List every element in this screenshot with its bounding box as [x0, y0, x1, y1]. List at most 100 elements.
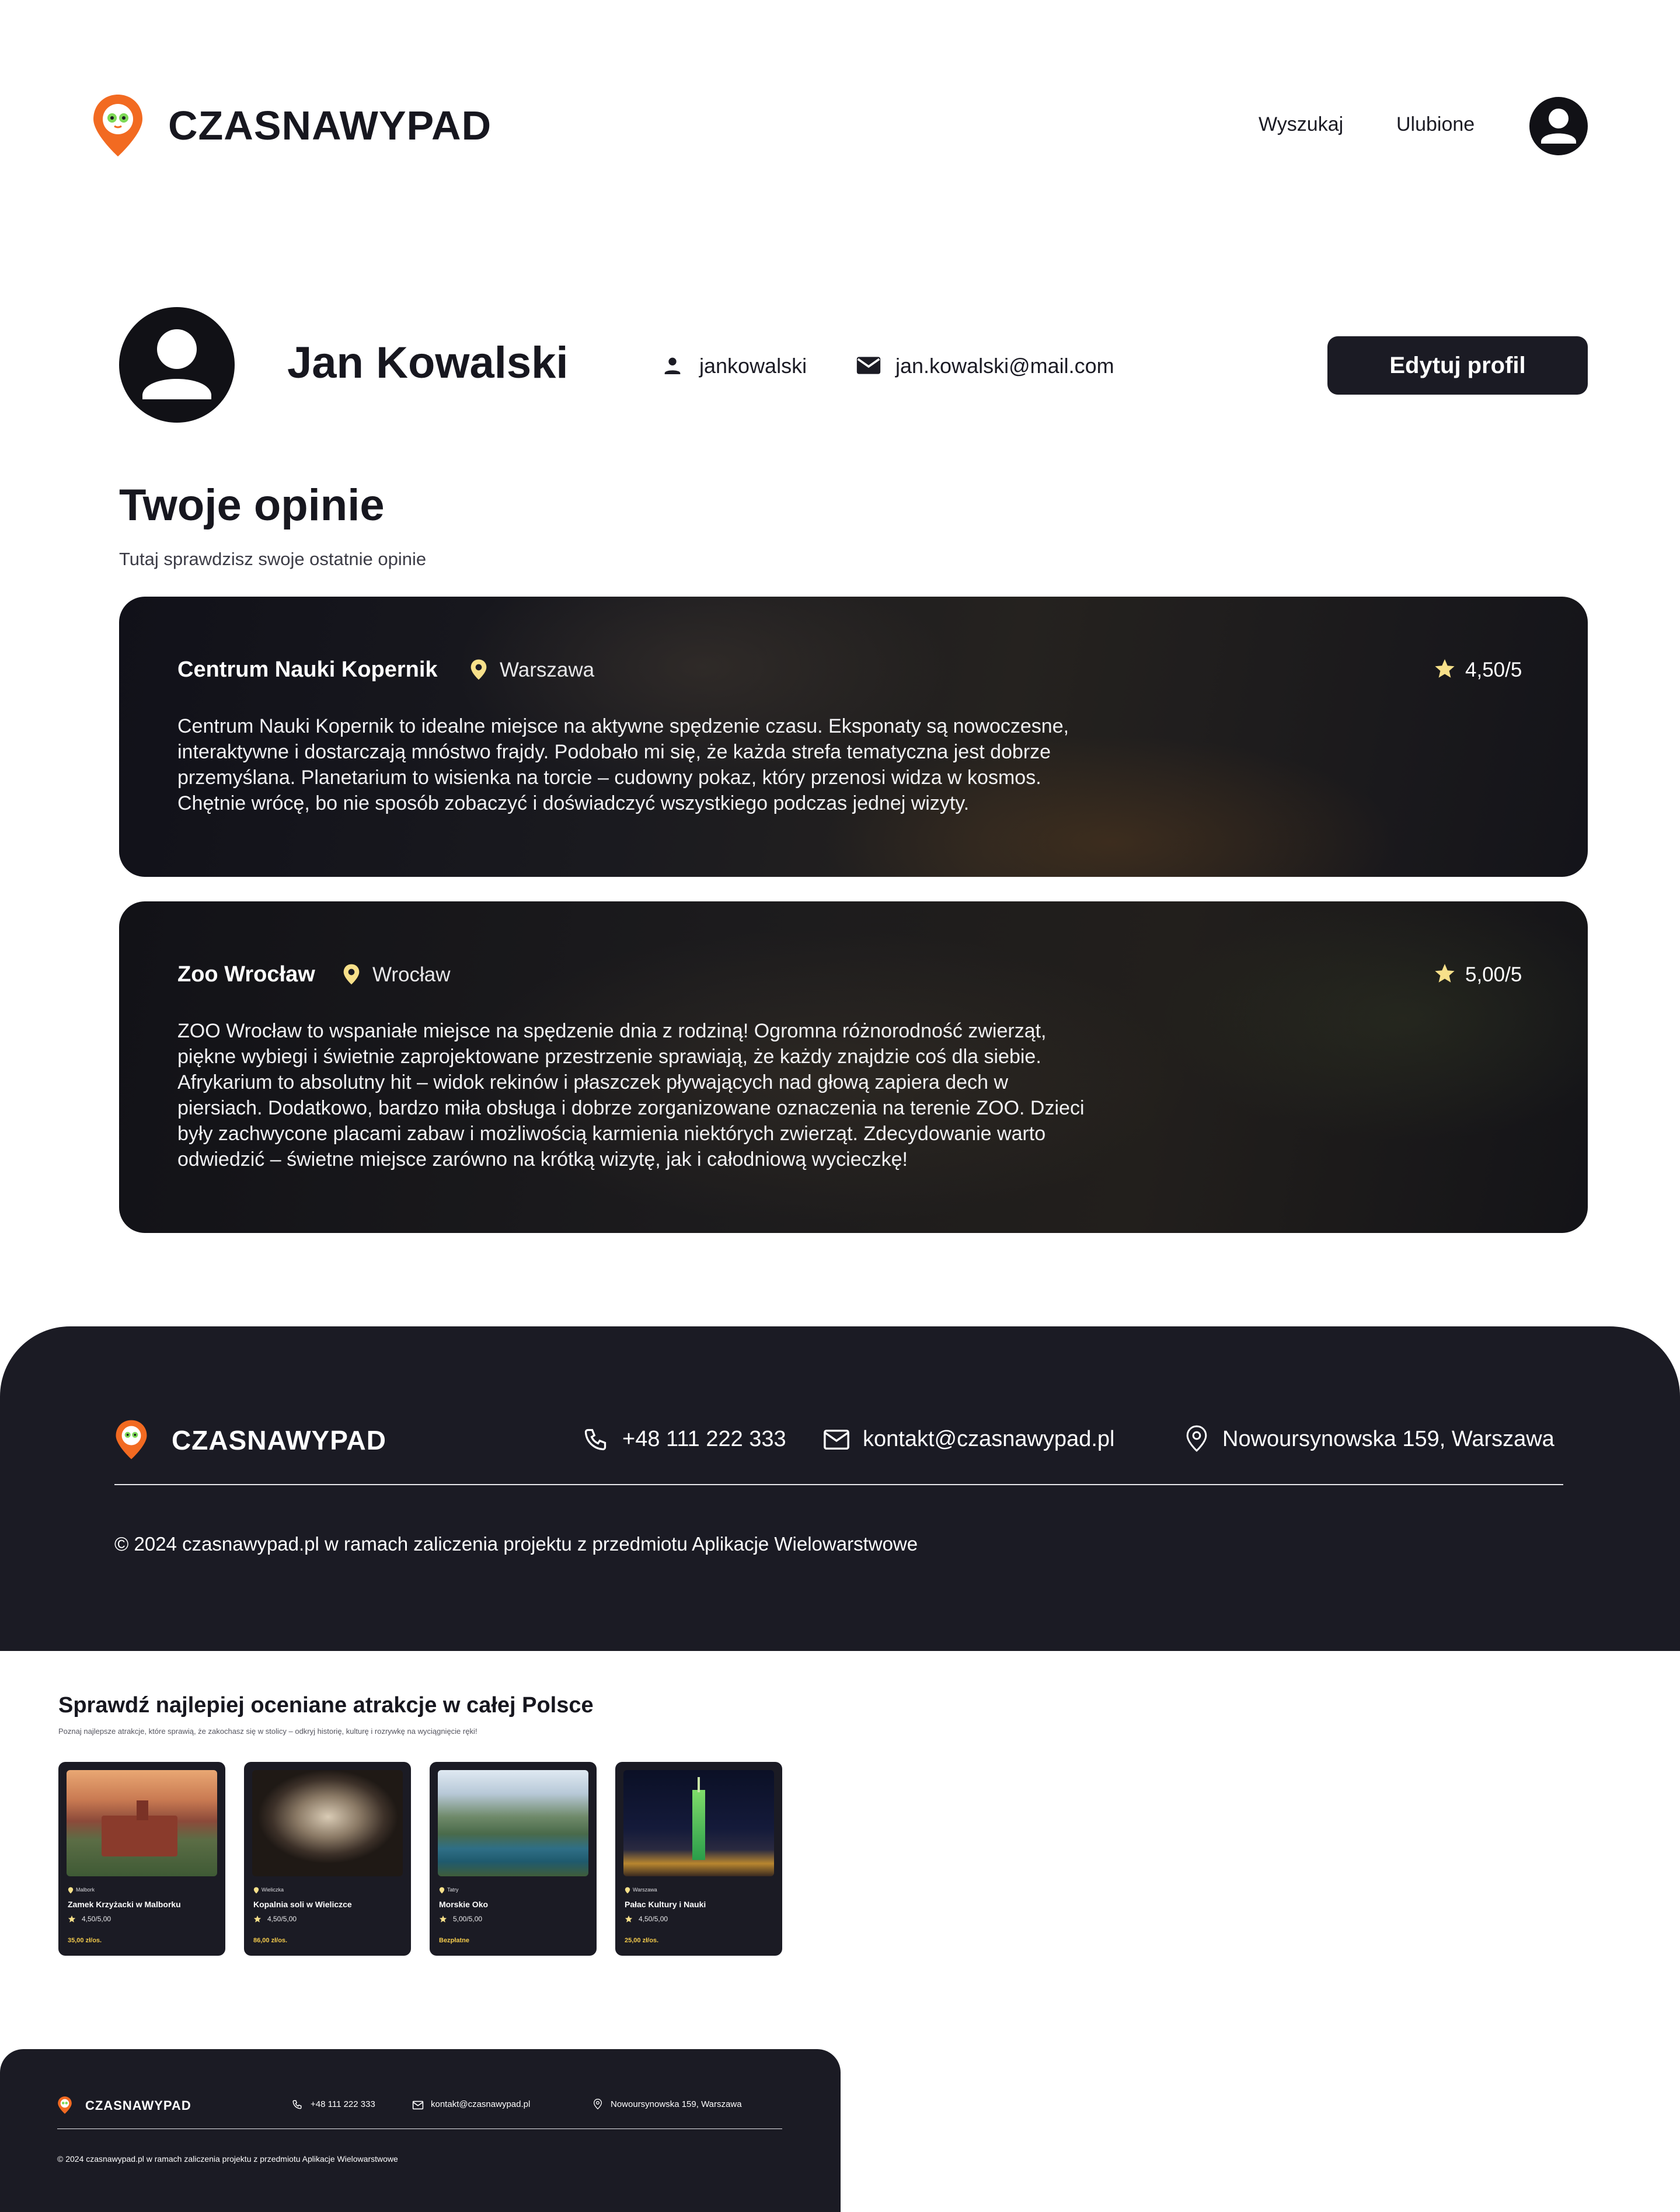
- review-text-line: przemyślana. Planetarium to wisienka na …: [177, 767, 1041, 789]
- mini-footer-phone[interactable]: +48 111 222 333: [311, 2099, 375, 2109]
- castle-shape: [102, 1816, 177, 1856]
- site-footer: CZASNAWYPAD +48 111 222 333 kontakt@czas…: [0, 1326, 1680, 1651]
- mini-footer-brand: CZASNAWYPAD: [85, 2098, 191, 2113]
- brand-name: CZASNAWYPAD: [168, 103, 492, 148]
- attraction-price: 86,00 zł/os.: [253, 1937, 288, 1944]
- review-rating: 4,50/5: [1465, 659, 1522, 681]
- review-card[interactable]: Centrum Nauki Kopernik Warszawa 4,50/5 C…: [119, 597, 1588, 877]
- profile-username: jankowalski: [699, 354, 807, 378]
- star-icon: [439, 1915, 447, 1923]
- attraction-rating: 4,50/5,00: [82, 1915, 111, 1923]
- star-icon: [68, 1915, 76, 1923]
- review-city: Wrocław: [372, 963, 451, 986]
- attraction-price: 25,00 zł/os.: [625, 1937, 659, 1944]
- location-pin-icon: [439, 1887, 445, 1894]
- review-text-line: piękne wybiegi i świetnie zaprojektowane…: [177, 1046, 1041, 1068]
- site-header: CZASNAWYPAD Wyszukaj Ulubione: [0, 0, 1680, 175]
- attraction-city: Tatry: [447, 1887, 459, 1893]
- attraction-card[interactable]: Warszawa Pałac Kultury i Nauki 4,50/5,00…: [615, 1762, 782, 1956]
- attraction-rating: 4,50/5,00: [267, 1915, 297, 1923]
- review-text-line: ZOO Wrocław to wspaniałe miejsce na spęd…: [177, 1020, 1047, 1042]
- review-rating: 5,00/5: [1465, 963, 1522, 986]
- footer-address: Nowoursynowska 159, Warszawa: [1222, 1427, 1554, 1451]
- attractions-subtitle: Poznaj najlepsze atrakcje, które sprawią…: [58, 1727, 477, 1736]
- review-text-line: były zachwycone placami zabaw i możliwoś…: [177, 1123, 1046, 1145]
- location-pin-icon: [625, 1887, 630, 1894]
- footer-divider: [114, 1484, 1563, 1485]
- brand-logo-link[interactable]: CZASNAWYPAD: [91, 92, 492, 159]
- review-text-line: interaktywne i dostarczają mnóstwo frajd…: [177, 741, 1051, 763]
- attraction-city: Warszawa: [633, 1887, 657, 1893]
- attraction-image: [67, 1770, 217, 1876]
- review-text-line: Centrum Nauki Kopernik to idealne miejsc…: [177, 715, 1069, 737]
- account-avatar-icon[interactable]: [1529, 97, 1588, 155]
- castle-tower: [137, 1800, 148, 1820]
- attraction-image: [623, 1770, 774, 1876]
- mail-icon: [412, 2100, 424, 2110]
- attraction-name[interactable]: Morskie Oko: [439, 1900, 488, 1909]
- review-text: Centrum Nauki Kopernik to idealne miejsc…: [177, 713, 1287, 816]
- review-text-line: Chętnie wrócę, bo nie sposób zobaczyć i …: [177, 792, 970, 814]
- profile-avatar-icon: [119, 307, 235, 423]
- attraction-card[interactable]: Tatry Morskie Oko 5,00/5,00 Bezpłatne: [430, 1762, 597, 1956]
- footer-email[interactable]: kontakt@czasnawypad.pl: [863, 1427, 1114, 1452]
- attraction-city: Wieliczka: [262, 1887, 284, 1893]
- phone-icon: [292, 2099, 302, 2110]
- review-card[interactable]: Zoo Wrocław Wrocław 5,00/5 ZOO Wrocław t…: [119, 901, 1588, 1233]
- star-icon: [253, 1915, 262, 1923]
- nav-favorites-link[interactable]: Ulubione: [1396, 113, 1475, 136]
- location-pin-icon: [469, 659, 488, 681]
- attraction-name[interactable]: Zamek Krzyżacki w Malborku: [68, 1900, 181, 1909]
- attraction-card[interactable]: Malbork Zamek Krzyżacki w Malborku 4,50/…: [58, 1762, 225, 1956]
- attractions-title: Sprawdź najlepiej oceniane atrakcje w ca…: [58, 1693, 594, 1718]
- footer-logo-pin-icon: [114, 1419, 148, 1461]
- profile-email: jan.kowalski@mail.com: [895, 354, 1114, 378]
- footer-copyright: © 2024 czasnawypad.pl w ramach zaliczeni…: [114, 1533, 918, 1555]
- attraction-price: Bezpłatne: [439, 1937, 469, 1944]
- location-pin-icon: [1185, 1424, 1208, 1452]
- attraction-name[interactable]: Kopalnia soli w Wieliczce: [253, 1900, 352, 1909]
- person-icon: [661, 354, 684, 377]
- footer-logo-pin-icon: [57, 2096, 72, 2115]
- location-pin-icon: [593, 2098, 602, 2110]
- mail-icon: [856, 354, 881, 377]
- attraction-name[interactable]: Pałac Kultury i Nauki: [625, 1900, 706, 1909]
- attraction-city: Malbork: [76, 1887, 95, 1893]
- palace-tower: [692, 1790, 705, 1860]
- palace-spire: [698, 1777, 700, 1792]
- profile-section: Jan Kowalski jankowalski jan.kowalski@ma…: [119, 307, 1588, 424]
- location-pin-icon: [253, 1887, 259, 1894]
- review-attraction-name[interactable]: Zoo Wrocław: [177, 962, 315, 987]
- star-icon: [1434, 962, 1456, 984]
- attraction-card[interactable]: Wieliczka Kopalnia soli w Wieliczce 4,50…: [244, 1762, 411, 1956]
- star-icon: [625, 1915, 633, 1923]
- review-attraction-name[interactable]: Centrum Nauki Kopernik: [177, 657, 438, 682]
- reviews-subtitle: Tutaj sprawdzisz swoje ostatnie opinie: [119, 549, 427, 569]
- review-text-line: Afrykarium to absolutny hit – widok reki…: [177, 1071, 1009, 1093]
- logo-pin-icon: [91, 92, 145, 159]
- review-text-line: odwiedzić – świetne miejsce zarówno na k…: [177, 1148, 908, 1171]
- attraction-rating: 4,50/5,00: [639, 1915, 668, 1923]
- attraction-rating: 5,00/5,00: [453, 1915, 483, 1923]
- review-text-line: piersiach. Dodatkowo, bardzo miła obsług…: [177, 1097, 1085, 1119]
- location-pin-icon: [68, 1887, 74, 1894]
- mail-icon: [823, 1428, 850, 1451]
- attraction-image: [438, 1770, 588, 1876]
- profile-name: Jan Kowalski: [287, 338, 569, 388]
- mini-footer: CZASNAWYPAD +48 111 222 333 kontakt@czas…: [0, 2049, 841, 2212]
- attraction-image: [252, 1770, 403, 1876]
- attraction-price: 35,00 zł/os.: [68, 1937, 102, 1944]
- mini-footer-email[interactable]: kontakt@czasnawypad.pl: [431, 2099, 530, 2109]
- footer-phone[interactable]: +48 111 222 333: [622, 1427, 786, 1452]
- review-text: ZOO Wrocław to wspaniałe miejsce na spęd…: [177, 1018, 1316, 1172]
- mini-footer-copyright: © 2024 czasnawypad.pl w ramach zaliczeni…: [57, 2154, 398, 2164]
- phone-icon: [583, 1427, 608, 1452]
- star-icon: [1434, 657, 1456, 680]
- edit-profile-button[interactable]: Edytuj profil: [1327, 336, 1588, 395]
- mini-footer-address: Nowoursynowska 159, Warszawa: [611, 2099, 742, 2109]
- reviews-title: Twoje opinie: [119, 480, 385, 530]
- location-pin-icon: [342, 963, 361, 985]
- footer-brand-name: CZASNAWYPAD: [172, 1425, 386, 1455]
- nav-search-link[interactable]: Wyszukaj: [1259, 113, 1343, 136]
- review-city: Warszawa: [500, 659, 595, 681]
